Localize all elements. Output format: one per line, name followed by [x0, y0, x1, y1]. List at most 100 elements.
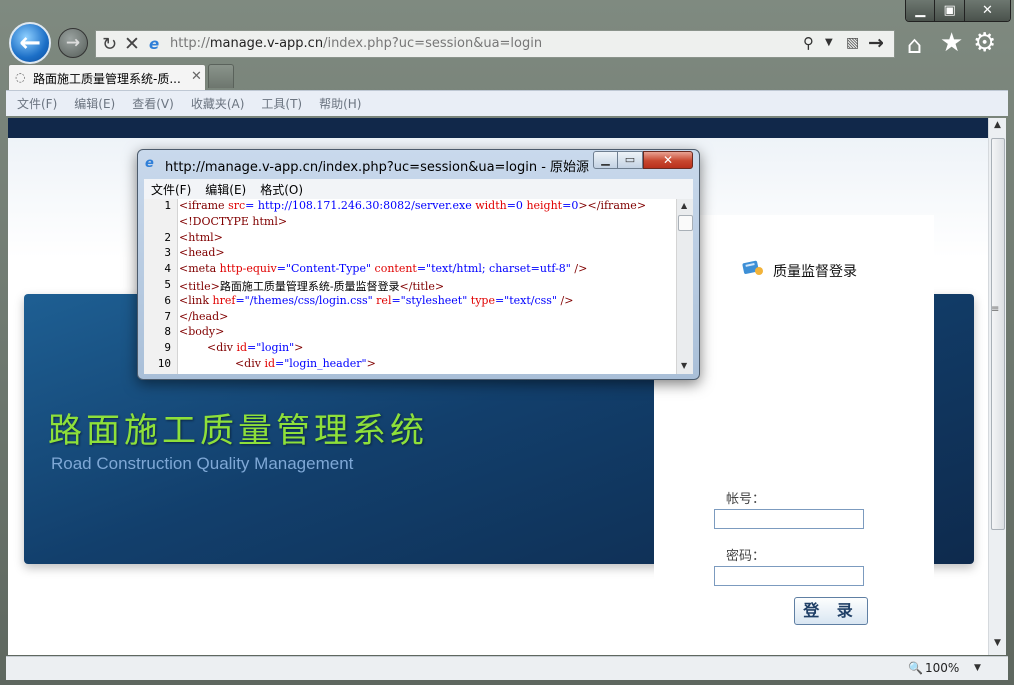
gear-icon[interactable]: ⚙	[973, 28, 996, 58]
code-token: <html>	[179, 230, 223, 244]
ie-source-icon: e	[145, 156, 154, 171]
code-line: <head>	[179, 246, 225, 259]
compatibility-view-icon[interactable]: ▧	[846, 35, 859, 51]
code-token: =0	[562, 199, 579, 212]
code-token: <!DOCTYPE html>	[179, 214, 288, 228]
url-prefix: http://	[170, 36, 210, 51]
code-token: ="Content-Type"	[276, 262, 375, 276]
account-input[interactable]	[714, 509, 864, 529]
menu-edit[interactable]: 编辑(E)	[74, 95, 115, 112]
code-token: type	[470, 293, 495, 307]
code-token: ="stylesheet"	[391, 293, 471, 307]
code-line: </head>	[179, 310, 228, 323]
code-token: <div	[234, 357, 265, 370]
code-token: src	[228, 199, 246, 212]
code-token: ></iframe>	[578, 199, 647, 212]
code-token: <meta	[179, 262, 220, 276]
url-host: manage.v-app.cn	[209, 36, 324, 51]
home-icon[interactable]: ⌂	[907, 31, 922, 59]
code-token: <iframe	[179, 199, 229, 212]
line-number: 4	[164, 262, 171, 276]
close-tab-icon[interactable]: ✕	[191, 69, 202, 84]
source-menu-format[interactable]: 格式(O)	[260, 181, 303, 198]
code-token: = http://108.171.246.30:8082/server.exe	[245, 199, 476, 212]
source-scrollbar[interactable]: ▲ ▼	[676, 199, 693, 374]
page-scrollbar[interactable]: ▲ ≡ ▼	[988, 118, 1006, 655]
scroll-grip-icon: ≡	[991, 304, 1000, 315]
scroll-thumb[interactable]	[991, 138, 1005, 530]
code-token: ="login"	[247, 341, 295, 355]
source-scroll-thumb[interactable]	[678, 215, 693, 231]
menu-file[interactable]: 文件(F)	[17, 95, 57, 112]
system-title-en: Road Construction Quality Management	[51, 454, 354, 473]
back-arrow-icon: ←	[19, 28, 41, 58]
back-button[interactable]: ←	[9, 22, 51, 64]
url-text[interactable]: http://manage.v-app.cn/index.php?uc=sess…	[170, 36, 542, 51]
menu-favorites[interactable]: 收藏夹(A)	[191, 95, 245, 112]
favorites-star-icon[interactable]: ★	[940, 28, 963, 58]
source-scroll-up-icon[interactable]: ▲	[681, 201, 687, 210]
code-line: <div id="login_header">	[179, 357, 376, 370]
password-input[interactable]	[714, 566, 864, 586]
code-line: <title>路面施工质量管理系统-质量监督登录</title>	[179, 278, 444, 294]
code-line: <!DOCTYPE html>	[179, 215, 287, 228]
source-code-area[interactable]: 1 2 3 4 5 6 7 8 9 10 <iframe src= http://108.171.…	[144, 199, 693, 374]
menu-help[interactable]: 帮助(H)	[319, 95, 361, 112]
tab-title: 路面施工质量管理系统-质...	[33, 72, 181, 86]
status-bar: 🔍 100% ▼	[6, 656, 1008, 680]
code-token: />	[574, 262, 588, 276]
code-token: id	[264, 357, 276, 370]
code-line: <div id="login">	[179, 341, 303, 354]
code-token: content	[374, 262, 417, 276]
forward-arrow-icon: →	[65, 33, 81, 53]
menu-tools[interactable]: 工具(T)	[261, 95, 302, 112]
login-button[interactable]: 登 录	[794, 597, 868, 625]
close-button[interactable]: ✕	[964, 0, 1010, 21]
code-token: rel	[376, 293, 392, 307]
source-menu-file[interactable]: 文件(F)	[151, 181, 191, 198]
browser-tab[interactable]: ◌ 路面施工质量管理系统-质... ✕	[8, 64, 206, 90]
source-scroll-down-icon[interactable]: ▼	[681, 361, 687, 370]
line-number: 10	[157, 357, 171, 370]
scroll-down-icon[interactable]: ▼	[989, 638, 1006, 652]
forward-button[interactable]: →	[58, 28, 88, 58]
line-number: 2	[164, 230, 171, 244]
password-label: 密码：	[726, 549, 766, 564]
line-number: 6	[164, 293, 171, 307]
code-token: =0	[506, 199, 527, 212]
code-token: height	[526, 199, 563, 212]
scroll-up-icon[interactable]: ▲	[989, 120, 1006, 134]
minimize-button[interactable]: ▁	[906, 0, 936, 21]
url-path: /index.php?uc=session&ua=login	[323, 36, 543, 51]
code-token: </head>	[179, 309, 229, 323]
dropdown-icon[interactable]: ▼	[825, 37, 833, 48]
zoom-icon[interactable]: 🔍	[908, 661, 923, 675]
source-maximize-button[interactable]: ▭	[618, 151, 643, 169]
code-token: </title>	[399, 280, 445, 293]
address-bar[interactable]: ↻ ✕ e http://manage.v-app.cn/index.php?u…	[95, 30, 895, 58]
zoom-dropdown-icon[interactable]: ▼	[974, 663, 981, 673]
maximize-button[interactable]: ▣	[935, 0, 965, 21]
source-minimize-button[interactable]: ▁	[593, 151, 618, 169]
code-token: id	[236, 341, 248, 355]
line-number: 1	[164, 199, 171, 212]
source-close-button[interactable]: ✕	[643, 151, 693, 169]
refresh-icon[interactable]: ↻	[102, 34, 117, 55]
new-tab-button[interactable]	[208, 64, 234, 88]
source-menu-edit[interactable]: 编辑(E)	[205, 181, 246, 198]
stop-icon[interactable]: ✕	[124, 33, 140, 55]
search-icon[interactable]: ⚲	[803, 34, 814, 52]
code-line: <link href="/themes/css/login.css" rel="…	[179, 294, 573, 307]
go-arrow-icon[interactable]: →	[868, 32, 884, 54]
line-number: 7	[164, 309, 171, 323]
account-label: 帐号：	[726, 492, 766, 507]
code-token: >	[366, 357, 376, 370]
zoom-level[interactable]: 100%	[925, 661, 959, 675]
line-number: 8	[164, 325, 171, 339]
window-controls: ▁ ▣ ✕	[905, 0, 1011, 22]
line-number: 9	[164, 341, 171, 355]
code-token: 路面施工质量管理系统-质量监督登录	[219, 280, 400, 293]
menu-view[interactable]: 查看(V)	[132, 95, 174, 112]
code-line: <body>	[179, 325, 224, 338]
